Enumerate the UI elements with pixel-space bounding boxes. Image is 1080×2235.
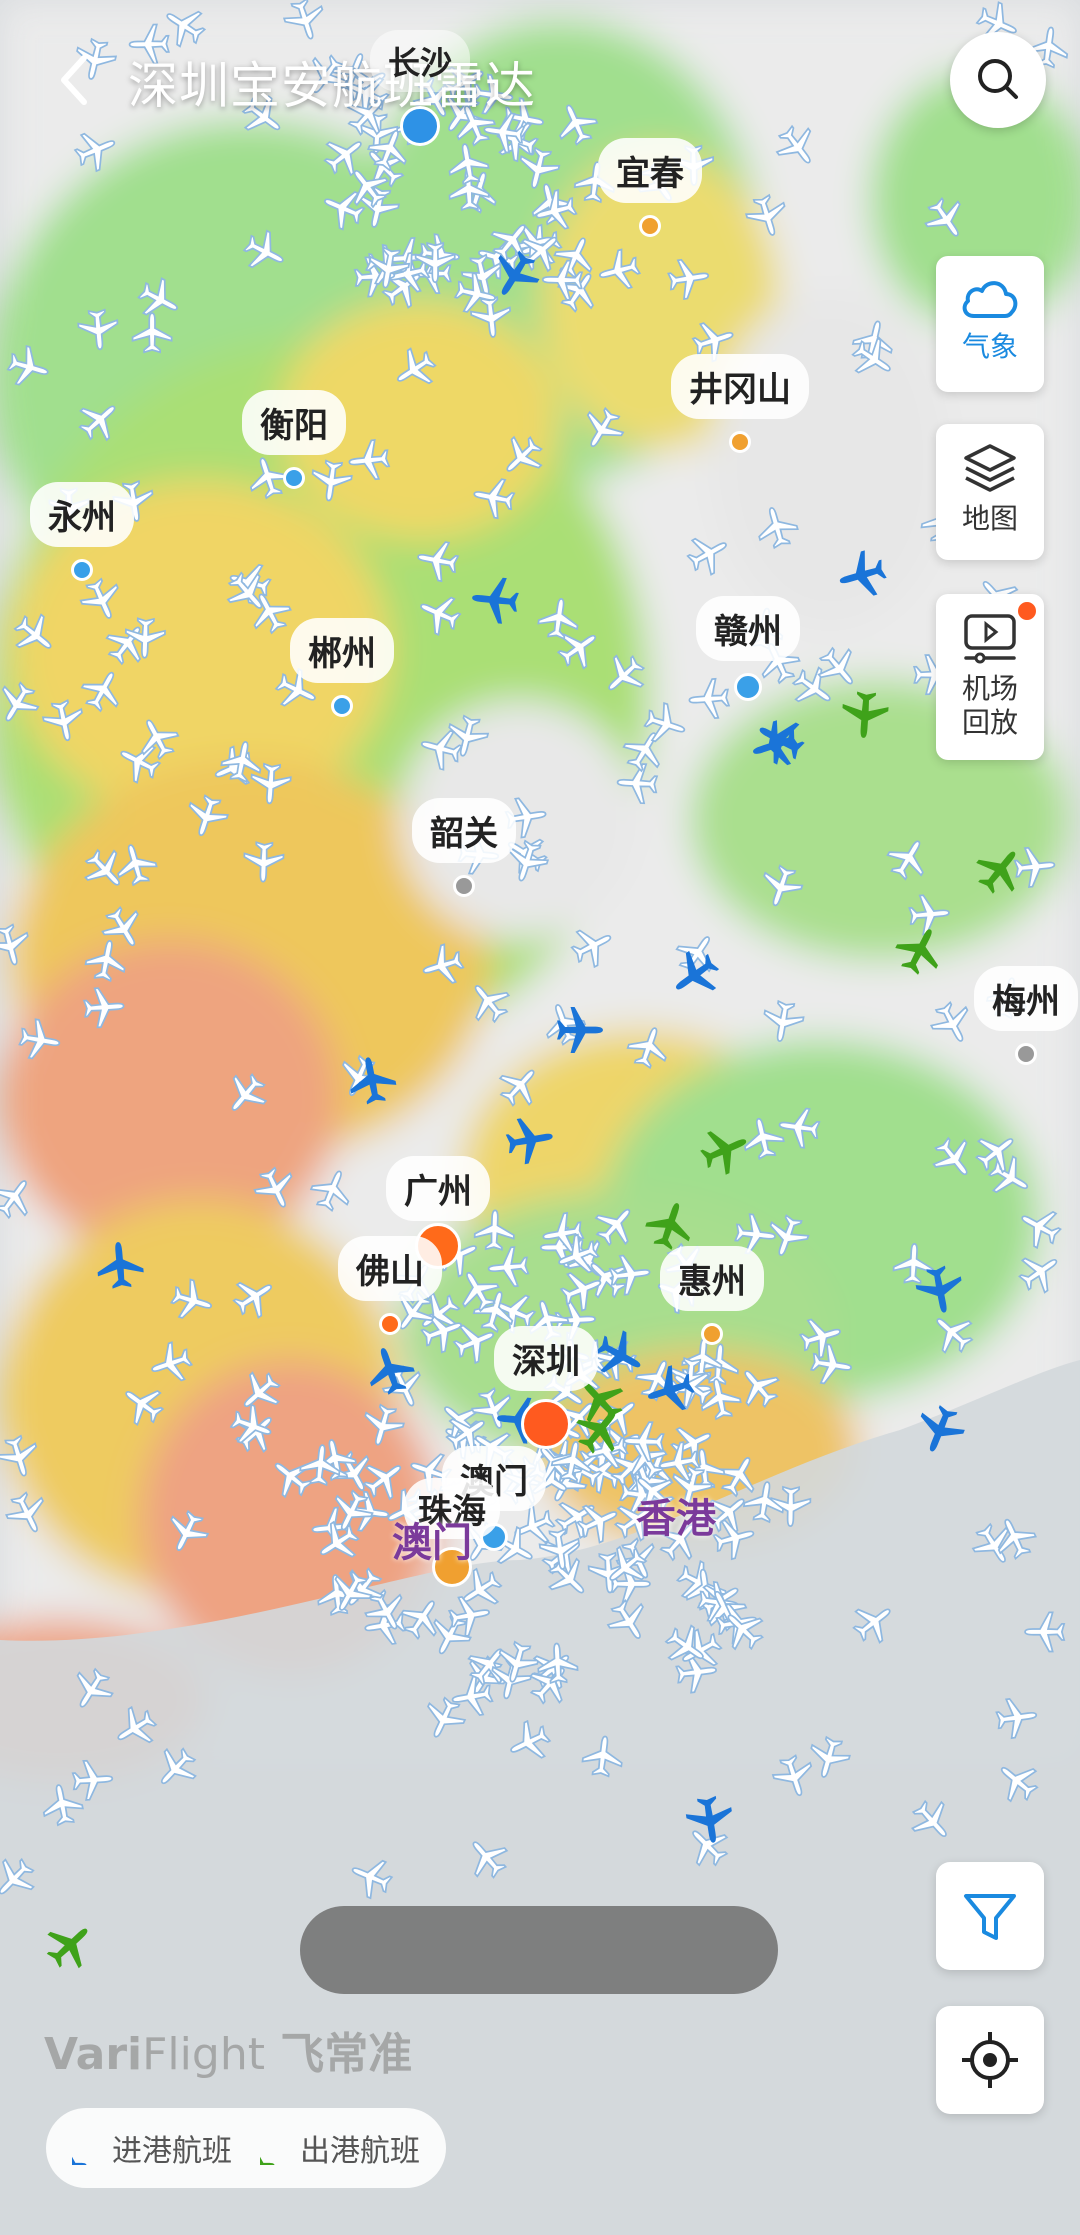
city-marker-chenzhou[interactable]: 郴州: [290, 618, 394, 717]
legend-departure: 出港航班: [260, 2126, 420, 2170]
notification-dot: [1016, 600, 1038, 622]
city-label: 郴州: [290, 618, 394, 683]
city-marker-hengyang[interactable]: 衡阳: [242, 390, 346, 489]
video-replay-icon: [964, 614, 1016, 664]
variflight-watermark: VariFlight 飞常准: [44, 2018, 412, 2082]
airport-dot: [399, 106, 440, 146]
brand-bold: Vari: [44, 2029, 143, 2080]
flight-legend: 进港航班 出港航班: [46, 2108, 446, 2188]
search-button[interactable]: [950, 32, 1046, 128]
airport-dot: [283, 467, 305, 489]
city-label: 井冈山: [671, 354, 809, 419]
legend-arrival: 进港航班: [72, 2126, 232, 2170]
airport-dot: [1015, 1043, 1037, 1065]
airport-replay-button[interactable]: 机场 回放: [936, 594, 1044, 760]
city-label: 梅州: [974, 966, 1078, 1031]
weather-button[interactable]: 气象: [936, 256, 1044, 392]
locate-button[interactable]: [936, 2006, 1044, 2114]
city-label: 广州: [386, 1156, 490, 1221]
map-layer-button[interactable]: 地图: [936, 424, 1044, 560]
status-toast: [300, 1906, 778, 1994]
city-label: 长沙: [369, 30, 471, 92]
city-label: 衡阳: [242, 390, 346, 455]
flight-radar-map[interactable]: [0, 0, 1080, 2235]
city-marker-jinggangshan[interactable]: 井冈山: [671, 354, 809, 453]
city-label: 佛山: [338, 1236, 442, 1301]
airport-dot: [71, 559, 93, 581]
brand-light: Flight: [142, 2029, 265, 2080]
airport-dot: [379, 1313, 401, 1335]
cloud-icon: [962, 281, 1018, 318]
weather-label: 气象: [961, 330, 1018, 363]
city-label: 韶关: [412, 798, 516, 863]
search-icon: [978, 59, 1018, 99]
back-button[interactable]: [40, 40, 120, 120]
city-marker-yongzhou[interactable]: 永州: [30, 482, 134, 581]
airport-dot: [729, 431, 751, 453]
airport-dot: [734, 673, 762, 701]
airport-dot: [453, 875, 475, 897]
city-marker-foshan[interactable]: 佛山: [338, 1236, 442, 1335]
legend-departure-label: 出港航班: [300, 2134, 420, 2169]
departure-plane-icon: [260, 2131, 294, 2165]
city-marker-ganzhou[interactable]: 赣州: [696, 596, 800, 701]
page-title: 深圳宝安航班雷达: [128, 57, 536, 115]
city-label: 惠州: [660, 1246, 764, 1311]
airport-dot: [331, 695, 353, 717]
arrival-plane-icon: [72, 2131, 106, 2165]
city-marker-shenzhen[interactable]: 深圳: [494, 1326, 598, 1449]
hongkong-region-label: 香港: [636, 1496, 716, 1542]
legend-arrival-label: 进港航班: [112, 2134, 232, 2169]
filter-button[interactable]: [936, 1862, 1044, 1970]
top-bar: 深圳宝安航班雷达: [0, 0, 1080, 160]
macau-region-label: 澳门: [392, 1520, 472, 1566]
filter-icon: [964, 1894, 1016, 1940]
brand-cn: 飞常准: [280, 2029, 413, 2080]
city-marker-yichun[interactable]: 宜春: [598, 138, 702, 237]
city-label: 深圳: [494, 1326, 598, 1391]
chevron-left-icon: [61, 55, 87, 105]
map-label: 地图: [961, 502, 1018, 535]
airport-dot: [701, 1323, 723, 1345]
airport-dot: [639, 215, 661, 237]
locate-icon: [962, 2032, 1018, 2088]
city-label: 永州: [30, 482, 134, 547]
city-marker-huizhou[interactable]: 惠州: [660, 1246, 764, 1345]
replay-label-line1: 机场: [961, 672, 1018, 705]
airport-dot: [521, 1399, 571, 1449]
city-marker-meizhou[interactable]: 梅州: [974, 966, 1078, 1065]
replay-label-line2: 回放: [961, 706, 1018, 739]
city-marker-changsha[interactable]: 长沙: [369, 30, 471, 146]
city-marker-shaoguan[interactable]: 韶关: [412, 798, 516, 897]
layers-icon: [964, 444, 1016, 492]
city-label: 赣州: [696, 596, 800, 661]
city-label: 宜春: [598, 138, 702, 203]
